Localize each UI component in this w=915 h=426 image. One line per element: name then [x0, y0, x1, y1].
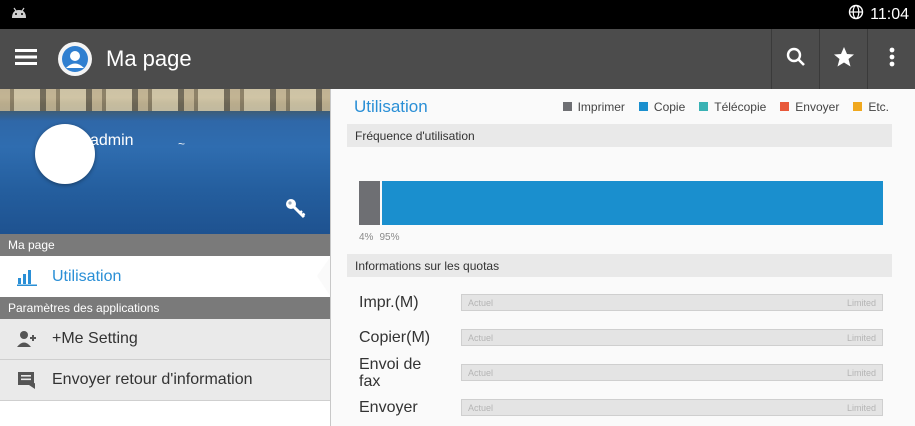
sidebar-item-label: Utilisation	[52, 267, 122, 285]
hamburger-icon	[15, 48, 37, 71]
quota-field-send: Actuel Limited	[461, 399, 883, 416]
profile-picture[interactable]	[35, 124, 95, 184]
sidebar-item-usage[interactable]: Utilisation	[0, 256, 331, 297]
quota-row-print: Impr.(M) Actuel Limited	[347, 285, 892, 320]
quota-current: Actuel	[468, 402, 494, 413]
legend-swatch	[699, 102, 709, 111]
quota-label: Impr.(M)	[359, 294, 419, 311]
usage-bar	[359, 181, 883, 225]
overflow-menu-button[interactable]	[867, 29, 915, 89]
user-avatar-icon	[58, 42, 92, 76]
legend-item-copy: Copie	[638, 100, 685, 114]
bar-chart-icon	[16, 266, 38, 288]
quota-label: Envoi de fax	[359, 355, 422, 390]
search-icon	[786, 47, 806, 72]
usage-bar-segment-0	[359, 181, 380, 225]
quota-field-copy: Actuel Limited	[461, 329, 883, 346]
quota-row-copy: Copier(M) Actuel Limited	[347, 320, 892, 355]
profile-name: admin	[90, 132, 134, 149]
legend-swatch	[638, 102, 648, 111]
overflow-menu-icon	[889, 47, 895, 72]
feedback-icon	[16, 369, 38, 391]
quota-field-fax: Actuel Limited	[461, 364, 883, 381]
action-bar: Ma page	[0, 29, 915, 89]
section-header-app-settings: Paramètres des applications	[0, 297, 330, 319]
key-icon[interactable]	[284, 197, 308, 226]
quota-limit: Limited	[846, 297, 876, 308]
usage-chart: 4% 95%	[347, 147, 892, 247]
quota-limit: Limited	[846, 402, 876, 413]
user-setting-icon	[16, 328, 38, 350]
legend-item-other: Etc.	[853, 100, 889, 114]
usage-bar-labels: 4% 95%	[359, 232, 399, 243]
legend-item-print: Imprimer	[562, 100, 625, 114]
quota-label: Copier(M)	[359, 329, 431, 346]
sidebar-item-label: +Me Setting	[52, 330, 138, 347]
quota-current: Actuel	[468, 332, 494, 343]
quota-header: Informations sur les quotas	[347, 254, 892, 277]
star-icon	[833, 46, 855, 73]
legend-item-fax: Télécopie	[699, 100, 766, 114]
page-title: Ma page	[106, 46, 192, 71]
background-image	[0, 89, 330, 111]
usage-label-copy: 95%	[379, 232, 400, 243]
status-bar: 11:04	[0, 0, 915, 29]
legend-item-send: Envoyer	[780, 100, 839, 114]
favorite-button[interactable]	[819, 29, 867, 89]
quota-label: Envoyer	[359, 399, 418, 416]
sidebar: admin ~ Ma page Utilisation Paramètres d…	[0, 89, 331, 426]
sidebar-item-feedback[interactable]: Envoyer retour d'information	[0, 360, 330, 401]
usage-panel: Utilisation Imprimer Copie Télécopie Env…	[331, 89, 915, 426]
globe-icon	[848, 4, 864, 25]
usage-header: Utilisation Imprimer Copie Télécopie Env…	[331, 89, 915, 124]
menu-button[interactable]	[0, 29, 52, 89]
legend: Imprimer Copie Télécopie Envoyer Etc.	[562, 100, 889, 114]
quota-row-send: Envoyer Actuel Limited	[347, 390, 892, 425]
app-window: 11:04 Ma page admin ~ Ma page Utilisatio…	[0, 0, 915, 426]
sidebar-item-me-setting[interactable]: +Me Setting	[0, 319, 330, 360]
legend-swatch	[562, 102, 572, 111]
quota-current: Actuel	[468, 367, 494, 378]
profile-header: admin ~	[0, 89, 330, 234]
section-header-my-page: Ma page	[0, 234, 330, 256]
usage-label-print: 4%	[359, 232, 374, 243]
quota-field-print: Actuel Limited	[461, 294, 883, 311]
quota-current: Actuel	[468, 297, 494, 308]
usage-title: Utilisation	[354, 96, 428, 116]
sidebar-item-label: Envoyer retour d'information	[52, 371, 253, 388]
quota-limit: Limited	[846, 367, 876, 378]
android-icon	[10, 6, 28, 24]
clock-time: 11:04	[870, 5, 909, 23]
quota-row-fax: Envoi de fax Actuel Limited	[347, 355, 892, 390]
usage-bar-segment-1	[380, 181, 883, 225]
frequency-header: Fréquence d'utilisation	[347, 124, 892, 147]
legend-swatch	[780, 102, 790, 111]
search-button[interactable]	[771, 29, 819, 89]
decorative-dash: ~	[178, 137, 186, 151]
legend-swatch	[853, 102, 863, 111]
quota-limit: Limited	[846, 332, 876, 343]
